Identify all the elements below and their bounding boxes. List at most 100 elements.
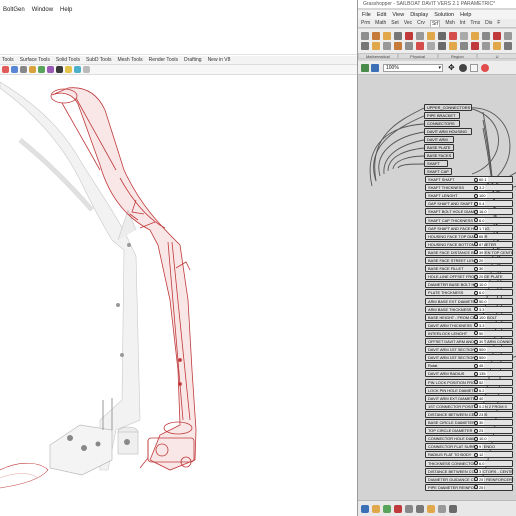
ribbon-group-mathematical[interactable]: Mathematical <box>358 53 398 59</box>
gh-tab-vec[interactable]: Vec <box>404 20 412 26</box>
gh-menu-solution[interactable]: Solution <box>434 12 454 18</box>
status-icon[interactable] <box>438 504 446 513</box>
number-slider[interactable]: BASE FACE DISTANCE BETWEEN TOP CENTERS 39 <box>425 248 513 256</box>
status-icon[interactable] <box>427 504 435 513</box>
status-icon[interactable] <box>383 504 391 513</box>
component-icon[interactable] <box>460 32 468 40</box>
number-slider[interactable]: OFFSET DAVIT ARM AND DAVIT ARM CONNECTOR… <box>425 338 513 345</box>
number-slider[interactable]: ARM BASE THICKNESS 3.3 <box>425 305 513 313</box>
ribbon-group-region[interactable]: Region <box>437 53 478 59</box>
number-slider[interactable]: SHAFT BOLT HOLE DIAMETER 16.0 <box>425 208 513 216</box>
gh-menu-file[interactable]: File <box>362 12 371 18</box>
number-slider[interactable]: SHAFT CAP THICKNESS 6.0 <box>425 216 513 224</box>
number-slider[interactable]: SHAFT SHAFT 60.1 <box>425 176 513 183</box>
component-icon[interactable] <box>427 42 435 50</box>
number-slider[interactable]: DISTANCE BETWEEN CONNECTORS - CENTERS 3 <box>425 467 513 475</box>
yellow-tool-icon[interactable] <box>65 66 72 73</box>
component-icon[interactable] <box>405 32 413 40</box>
ribbon-group-u[interactable]: U <box>477 53 516 59</box>
number-slider[interactable]: PIN LOCK POSITION FROM B 52 <box>425 378 513 386</box>
group-node[interactable]: BASE FACES <box>424 152 454 159</box>
preview-color-icon[interactable] <box>481 64 489 72</box>
gh-tab-msh[interactable]: Msh <box>445 20 454 26</box>
number-slider[interactable]: PLATE THICKNESS 6.0 <box>425 289 513 297</box>
number-slider[interactable]: DIAMETER BASE BOLT HOLES 10.0 <box>425 281 513 289</box>
number-slider[interactable]: HOLE-LINE OFFSET FROM EDGE PLATE 20 <box>425 273 513 281</box>
gh-menu-display[interactable]: Display <box>410 12 428 18</box>
gh-menu-view[interactable]: View <box>392 12 404 18</box>
component-icon[interactable] <box>493 32 501 40</box>
command-area[interactable] <box>0 17 357 55</box>
component-icon[interactable] <box>416 32 424 40</box>
number-slider[interactable]: DAVIT ARM 1ST SECTION 500 <box>425 354 513 362</box>
gh-tab-dis[interactable]: Dis <box>485 20 492 26</box>
red-tool-icon[interactable] <box>2 66 9 73</box>
number-slider[interactable]: TOP CIRCLE DIAMETER 23 <box>425 427 513 435</box>
gh-tab-set[interactable]: Set <box>391 20 399 26</box>
number-slider[interactable]: THICKNESS CONNECTOR 6.0 <box>425 459 513 467</box>
group-node[interactable]: SHAFT <box>424 160 448 167</box>
menu-help[interactable]: Help <box>60 7 72 13</box>
status-icon[interactable] <box>416 504 424 513</box>
group-node[interactable]: PIPE BRACKET <box>424 112 460 119</box>
open-file-icon[interactable] <box>361 64 369 72</box>
number-slider[interactable]: ARM BASE EXT DIAMETER 50.0 <box>425 297 513 305</box>
component-icon[interactable] <box>372 32 380 40</box>
group-node[interactable]: DAVIT ARM HOUSING <box>424 128 472 135</box>
component-icon[interactable] <box>394 42 402 50</box>
number-slider[interactable]: DIAMETER GUIDANCE CIRCLE REINFORCER 25 <box>425 475 513 483</box>
component-icon[interactable] <box>427 32 435 40</box>
component-icon[interactable] <box>504 42 512 50</box>
orange-tool-icon[interactable] <box>29 66 36 73</box>
component-icon[interactable] <box>449 42 457 50</box>
sketch-tool-icon[interactable]: ✥ <box>448 63 455 72</box>
number-slider[interactable]: SHAFT LENGHT 100 <box>425 192 513 200</box>
gh-tab-srf[interactable]: Srf <box>429 19 441 27</box>
number-slider[interactable]: BASE HEIGHT - FROM CENTER BOLT 100 <box>425 313 513 321</box>
ribbon-group-physical[interactable]: Physical <box>397 53 438 59</box>
preview-mode-icon[interactable] <box>459 64 467 72</box>
perspective-viewport[interactable] <box>0 76 357 516</box>
menu-boltgen[interactable]: BoltGen <box>3 7 25 13</box>
component-icon[interactable] <box>482 42 490 50</box>
tab-new-in-v8[interactable]: New in V8 <box>208 57 231 63</box>
component-icon[interactable] <box>493 42 501 50</box>
gh-tab-crv[interactable]: Crv <box>417 20 425 26</box>
tab-subd-tools[interactable]: SubD Tools <box>86 57 111 63</box>
status-icon[interactable] <box>361 504 369 513</box>
component-icon[interactable] <box>471 42 479 50</box>
component-icon[interactable] <box>361 42 369 50</box>
gh-menu-edit[interactable]: Edit <box>377 12 386 18</box>
green-tool-icon[interactable] <box>38 66 45 73</box>
group-node[interactable]: BASE PLATE <box>424 144 454 151</box>
component-icon[interactable] <box>405 42 413 50</box>
component-icon[interactable] <box>449 32 457 40</box>
number-slider[interactable]: BASE CIRCLE DIAMETER 30 <box>425 419 513 426</box>
gh-tab-trns[interactable]: Trns <box>470 20 480 26</box>
number-slider[interactable]: CONNECTOR FLAT SURFACE ENDO 9 <box>425 443 513 451</box>
tab-drafting[interactable]: Drafting <box>184 57 202 63</box>
gray-tool-icon[interactable] <box>20 66 27 73</box>
number-slider[interactable]: BASE FACE FILLET 30 <box>425 265 513 273</box>
number-slider[interactable]: RADIUS FLAT TO BODY 12 <box>425 451 513 459</box>
component-icon[interactable] <box>438 42 446 50</box>
gh-tab-int[interactable]: Int <box>460 20 466 26</box>
number-slider[interactable]: GAP SHAFT AND FACE HOUSING 1.7 <box>425 224 513 232</box>
zoom-dropdown[interactable]: 100% ▾ <box>383 64 443 72</box>
group-node[interactable]: SHAFT CAP <box>424 168 452 175</box>
component-icon[interactable] <box>460 42 468 50</box>
gh-tab-math[interactable]: Math <box>375 20 386 26</box>
status-icon[interactable] <box>372 504 380 513</box>
component-icon[interactable] <box>471 32 479 40</box>
purple-tool-icon[interactable] <box>47 66 54 73</box>
tab-render-tools[interactable]: Render Tools <box>149 57 178 63</box>
save-file-icon[interactable] <box>371 64 379 72</box>
tab-mesh-tools[interactable]: Mesh Tools <box>117 57 142 63</box>
component-icon[interactable] <box>383 32 391 40</box>
component-icon[interactable] <box>394 32 402 40</box>
tab-surface-tools[interactable]: Surface Tools <box>20 57 50 63</box>
status-icon[interactable] <box>405 504 413 513</box>
gh-canvas[interactable]: UPPER_CONNECTORS PIPE BRACKET CONNECTORS… <box>358 76 516 500</box>
group-node[interactable]: UPPER_CONNECTORS <box>424 104 472 111</box>
blue-tool-icon[interactable] <box>11 66 18 73</box>
